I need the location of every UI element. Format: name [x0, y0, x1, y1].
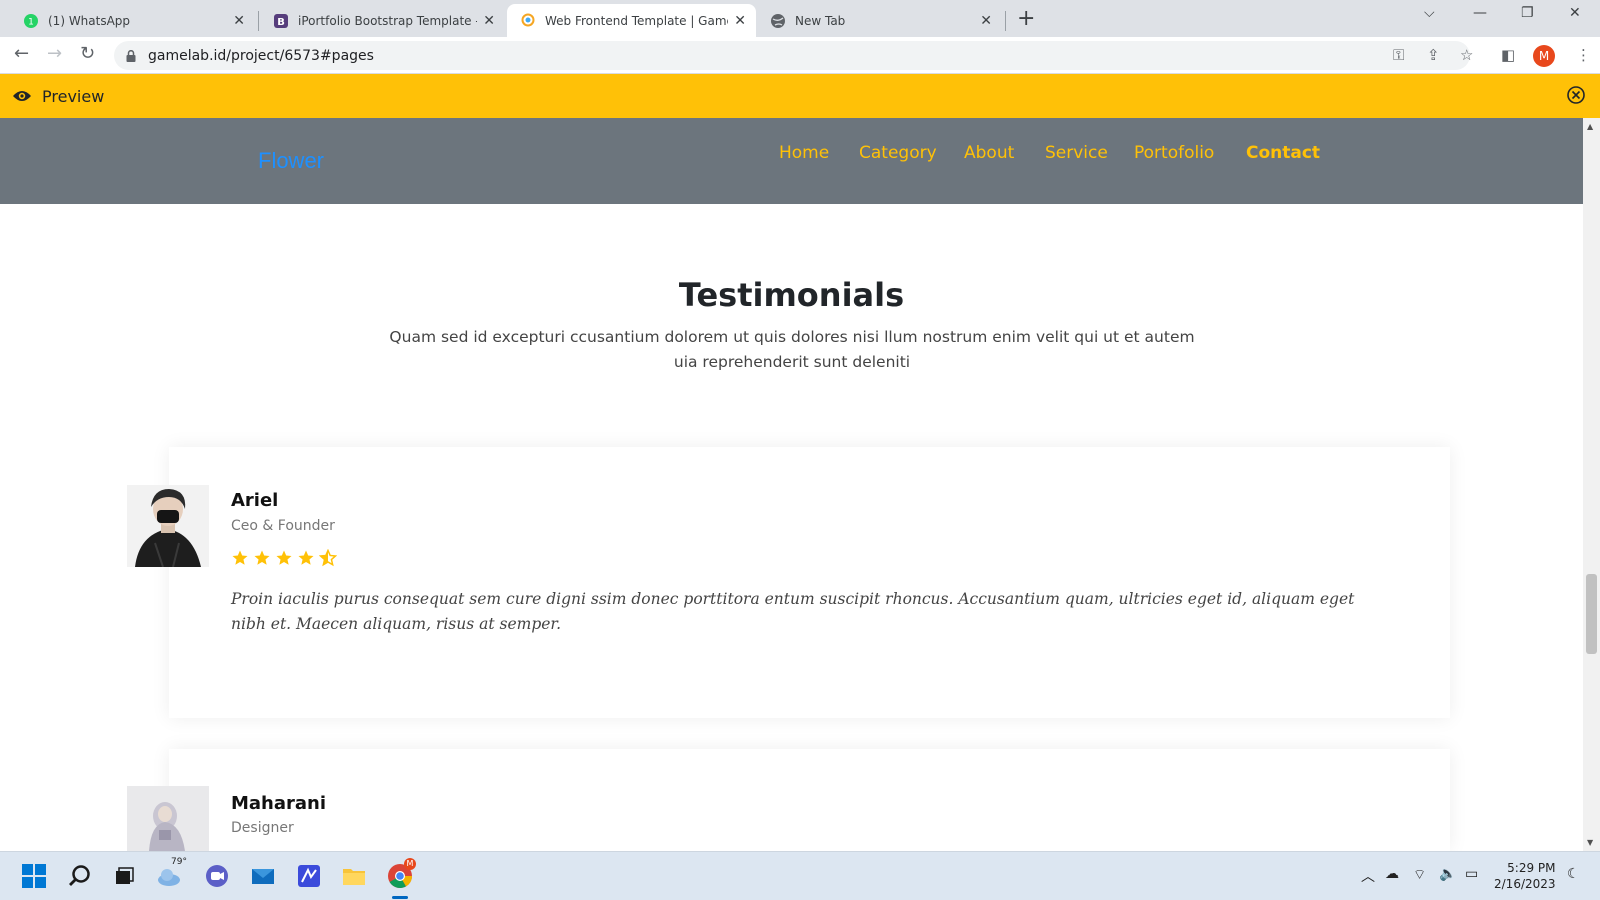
star-icon [298, 550, 314, 565]
wifi-icon[interactable]: ⌔ [1413, 866, 1426, 884]
profile-avatar[interactable]: M [1533, 45, 1555, 67]
bookmark-star-icon[interactable]: ☆ [1460, 46, 1473, 64]
new-tab-button[interactable]: + [1017, 6, 1035, 31]
preview-label: Preview [42, 86, 105, 106]
testimonials-title: Testimonials [678, 276, 905, 314]
close-tab-icon[interactable]: ✕ [233, 13, 245, 29]
testimonial-role: Ceo & Founder [231, 518, 335, 534]
testimonial-role: Designer [231, 820, 294, 836]
clock-date: 2/16/2023 [1494, 877, 1556, 891]
scroll-up-icon[interactable]: ▲ [1587, 122, 1593, 131]
tab-title: Web Frontend Template | Gamela [545, 13, 729, 28]
forward-icon[interactable]: → [47, 43, 62, 64]
windows-taskbar: 79° M ︿ ☁ ⌔ 🔈 ▭ 5:29 PM 2/16/2023 ☾ [0, 851, 1600, 900]
eye-icon [13, 91, 31, 101]
svg-text:1: 1 [28, 17, 34, 27]
browser-tab-strip: 1 (1) WhatsApp ✕ B iPortfolio Bootstrap … [0, 0, 1600, 37]
whatsapp-icon: 1 [24, 13, 38, 28]
battery-icon[interactable]: ▭ [1465, 866, 1478, 882]
close-window-icon[interactable]: ✕ [1569, 5, 1581, 21]
file-explorer-icon[interactable] [341, 863, 367, 889]
tab-iportfolio[interactable]: B iPortfolio Bootstrap Template - In ✕ [260, 4, 505, 37]
restore-icon[interactable]: ❐ [1521, 5, 1534, 21]
mail-icon[interactable] [250, 863, 276, 889]
active-app-indicator [392, 896, 408, 899]
nav-service[interactable]: Service [1045, 143, 1108, 163]
close-tab-icon[interactable]: ✕ [483, 13, 495, 29]
back-icon[interactable]: ← [14, 43, 29, 64]
scroll-down-icon[interactable]: ▼ [1587, 838, 1593, 847]
lock-icon [126, 49, 136, 62]
nav-contact[interactable]: Contact [1246, 143, 1320, 163]
tab-title: (1) WhatsApp [48, 13, 131, 28]
preview-bar: Preview [0, 74, 1600, 118]
url-text: gamelab.id/project/6573#pages [148, 47, 374, 64]
scrollbar-thumb[interactable] [1586, 574, 1597, 654]
side-panel-icon[interactable]: ◧ [1501, 46, 1515, 64]
testimonial-photo [127, 786, 209, 851]
star-icon [254, 550, 270, 565]
testimonial-name: Maharani [231, 793, 327, 814]
tab-title: iPortfolio Bootstrap Template - In [298, 13, 478, 28]
svg-text:B: B [277, 17, 285, 28]
stylus-app-icon[interactable] [296, 863, 322, 889]
rating-stars [231, 549, 337, 567]
tab-search-icon[interactable]: ⌵ [1424, 5, 1435, 21]
gamelab-icon [521, 13, 535, 26]
reload-icon[interactable]: ↻ [80, 43, 95, 64]
close-preview-icon[interactable] [1566, 85, 1586, 105]
key-icon[interactable]: ⚿ [1393, 46, 1404, 64]
tab-title: New Tab [795, 13, 846, 28]
testimonial-name: Ariel [231, 490, 279, 511]
site-navbar: Flower Home Category About Service Porto… [0, 118, 1583, 204]
nav-category[interactable]: Category [859, 143, 937, 163]
testimonial-photo [127, 485, 209, 567]
nav-home[interactable]: Home [779, 143, 829, 163]
search-icon[interactable] [67, 863, 93, 889]
brand-logo[interactable]: Flower [258, 148, 324, 174]
star-icon [276, 550, 292, 565]
bootstrap-icon: B [274, 13, 288, 28]
minimize-icon[interactable]: — [1473, 5, 1487, 21]
page-scrollbar[interactable]: ▲ ▼ [1583, 118, 1600, 851]
show-hidden-icons[interactable]: ︿ [1361, 866, 1375, 886]
weather-temp: 79° [171, 857, 187, 867]
teams-chat-icon[interactable] [204, 863, 230, 889]
weather-widget[interactable]: 79° [156, 857, 187, 889]
star-half-icon [319, 549, 337, 567]
star-icon [232, 550, 248, 565]
testimonial-card [169, 447, 1450, 718]
address-bar[interactable]: gamelab.id/project/6573#pages [114, 41, 1470, 70]
system-clock[interactable]: 5:29 PM 2/16/2023 [1494, 860, 1556, 892]
close-tab-icon[interactable]: ✕ [980, 13, 992, 29]
onedrive-icon[interactable]: ☁ [1385, 866, 1399, 882]
globe-icon [771, 13, 785, 28]
person-illustration [127, 786, 209, 851]
windows-start-icon[interactable] [21, 863, 47, 889]
more-menu-icon[interactable]: ⋮ [1576, 46, 1591, 64]
close-tab-icon[interactable]: ✕ [734, 13, 746, 29]
tab-gamelab[interactable]: Web Frontend Template | Gamela ✕ [507, 4, 756, 37]
chrome-taskbar-icon[interactable]: M [387, 858, 416, 889]
tab-separator [1005, 11, 1006, 31]
tab-whatsapp[interactable]: 1 (1) WhatsApp ✕ [10, 4, 255, 37]
nav-portofolio[interactable]: Portofolio [1134, 143, 1214, 163]
nav-about[interactable]: About [964, 143, 1014, 163]
testimonials-subtitle: Quam sed id excepturi ccusantium dolorem… [389, 328, 1195, 371]
tab-new-tab[interactable]: New Tab ✕ [757, 4, 1002, 37]
browser-toolbar: ← → ↻ gamelab.id/project/6573#pages ⚿ ⇪ … [0, 37, 1600, 74]
notifications-icon[interactable]: ☾ [1567, 866, 1580, 882]
testimonial-card [169, 749, 1450, 851]
testimonial-quote: Proin iaculis purus consequat sem cure d… [231, 590, 1355, 633]
task-view-icon[interactable] [111, 863, 137, 889]
clock-time: 5:29 PM [1507, 861, 1556, 875]
person-illustration [127, 485, 209, 567]
share-icon[interactable]: ⇪ [1427, 46, 1440, 64]
volume-icon[interactable]: 🔈 [1439, 866, 1456, 882]
chrome-badge: M [404, 858, 416, 870]
tab-separator [258, 11, 259, 31]
